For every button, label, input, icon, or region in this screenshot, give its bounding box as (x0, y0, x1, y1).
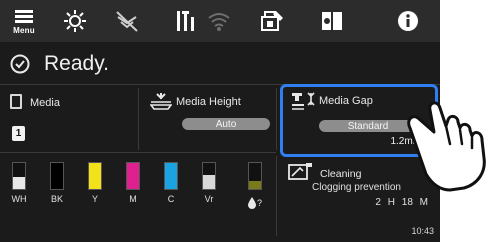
media-gap-icon (292, 92, 315, 110)
media-gap-label: Media Gap (319, 95, 373, 107)
network-off-icon (116, 11, 138, 32)
media-height-icon (150, 93, 172, 110)
ink-label: M (129, 194, 137, 204)
media-height-value: Auto (182, 118, 270, 130)
ink-level-bar (50, 162, 64, 190)
media-height-label: Media Height (176, 96, 241, 108)
media-document-icon (10, 94, 22, 109)
ink-label: Y (91, 194, 98, 204)
ink-label: WH (11, 194, 27, 204)
clock: 10:43 (411, 226, 434, 236)
sun-brightness-icon (64, 10, 86, 32)
ink-cartridge-wh: WH (10, 162, 28, 204)
ink-cartridge-vr: Vr (200, 162, 218, 204)
maintenance-button[interactable] (254, 0, 290, 42)
printer-settings-button[interactable] (172, 0, 200, 42)
divider (0, 152, 276, 153)
ink-level-bar (164, 162, 178, 190)
ink-level-bar (202, 162, 216, 190)
cleaning-hours: 2 H (375, 197, 395, 208)
cleaning-icon (288, 163, 312, 180)
ink-level-fill (203, 174, 215, 189)
divider (276, 88, 277, 150)
wifi-button[interactable] (204, 0, 234, 42)
ink-cartridge-bk: BK (48, 162, 66, 204)
check-circle-icon (10, 54, 30, 74)
guide-button[interactable] (314, 0, 350, 42)
ink-level-fill (127, 163, 139, 189)
ink-level-fill (13, 177, 25, 189)
status-text: Ready. (44, 52, 109, 75)
wifi-off-icon (208, 13, 230, 31)
media-number-badge: 1 (12, 126, 25, 141)
printer-settings-icon (177, 11, 194, 31)
cleaning-subtitle: Clogging prevention (312, 182, 401, 193)
printer-control-panel: Menu Ready. Media 1 Media Height Auto Me… (0, 0, 440, 242)
menu-button[interactable]: Menu (2, 0, 46, 42)
cleaning-title: Cleaning (320, 168, 362, 180)
ink-label: BK (50, 194, 63, 204)
ink-drop-icon: ? (248, 197, 262, 209)
ink-level-fill (89, 163, 101, 189)
media-panel[interactable]: Media 1 (4, 88, 136, 150)
network-button[interactable] (104, 0, 150, 42)
svg-text:?: ? (257, 198, 262, 208)
media-height-panel[interactable]: Media Height Auto (142, 88, 272, 150)
ink-level-fill (51, 163, 63, 189)
media-gap-value: Standard (319, 120, 417, 132)
ink-cartridge-y: Y (86, 162, 104, 204)
ink-label: Vr (204, 194, 214, 204)
media-label: Media (30, 97, 60, 109)
ink-cartridge-m: M (124, 162, 142, 204)
menu-icon (15, 8, 33, 25)
status-bar: Ready. (0, 46, 440, 82)
cleaning-remaining-time: 2 H 18 M (375, 197, 428, 208)
ink-level-bar (88, 162, 102, 190)
menu-label: Menu (13, 25, 35, 35)
toolbar: Menu (0, 0, 440, 42)
maintenance-icon (261, 11, 283, 31)
info-button[interactable] (390, 0, 426, 42)
ink-label: C (167, 194, 175, 204)
info-icon (398, 11, 418, 31)
pointing-hand-icon (407, 101, 486, 192)
ink-cartridge-c: C (162, 162, 180, 204)
ink-levels-panel[interactable]: WH BK Y M C Vr (0, 156, 274, 232)
divider (276, 156, 277, 236)
ink-level-bar (12, 162, 26, 190)
waste-ink-indicator: ? (242, 160, 268, 220)
divider (138, 88, 139, 150)
cleaning-minutes: 18 M (401, 197, 428, 208)
brightness-button[interactable] (52, 0, 98, 42)
ink-level-fill (165, 163, 177, 189)
ink-level-bar (126, 162, 140, 190)
book-guide-icon (322, 12, 342, 30)
